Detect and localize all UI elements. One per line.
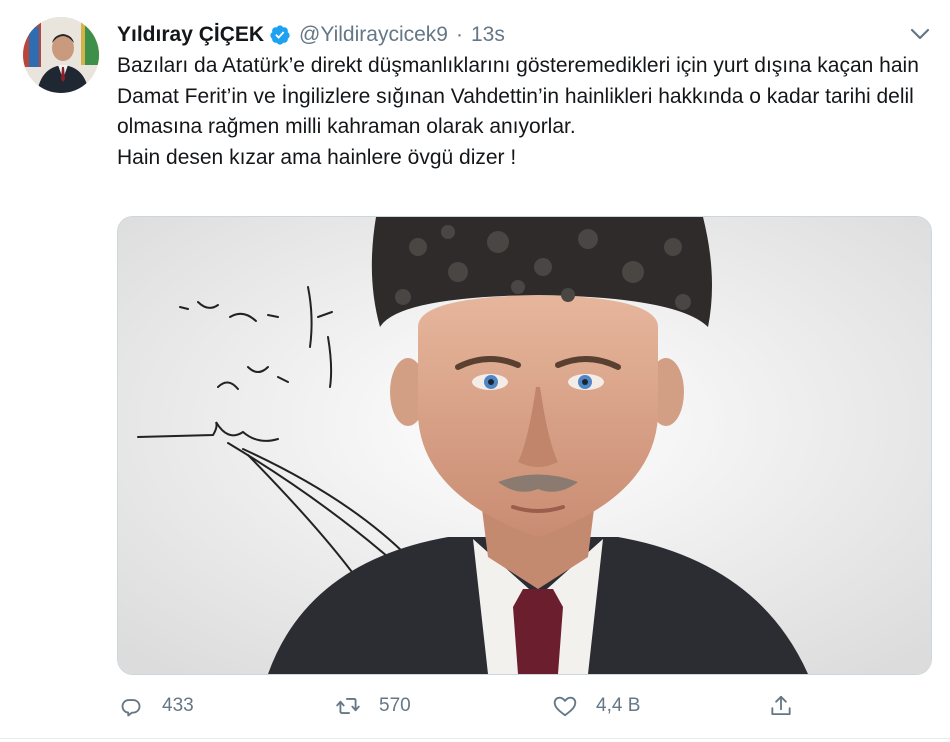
more-options-chevron-down-icon[interactable] bbox=[906, 22, 934, 46]
retweet-count: 570 bbox=[379, 695, 411, 716]
divider bbox=[0, 738, 950, 739]
action-bar: 433 570 4,4 B bbox=[0, 686, 950, 726]
tweet-header: Yıldıray ÇİÇEK @Yildiraycicek9 · 13s bbox=[117, 20, 505, 50]
tweet-text-paragraph: Bazıları da Atatürk’e direkt düşmanlıkla… bbox=[117, 54, 919, 138]
author-handle[interactable]: @Yildiraycicek9 bbox=[299, 23, 448, 47]
verified-badge-icon bbox=[269, 24, 291, 46]
reply-button[interactable]: 433 bbox=[118, 686, 194, 726]
separator-dot: · bbox=[455, 23, 463, 46]
retweet-icon bbox=[336, 698, 360, 714]
reply-count: 433 bbox=[162, 695, 194, 716]
tweet-photo[interactable] bbox=[117, 216, 932, 675]
portrait-photo bbox=[118, 217, 931, 674]
tweet[interactable]: Yıldıray ÇİÇEK @Yildiraycicek9 · 13s Baz… bbox=[0, 0, 950, 742]
share-button[interactable] bbox=[768, 686, 794, 726]
avatar-image bbox=[23, 17, 99, 93]
tweet-text: Bazıları da Atatürk’e direkt düşmanlıkla… bbox=[117, 51, 927, 173]
avatar[interactable] bbox=[23, 17, 99, 93]
retweet-button[interactable]: 570 bbox=[335, 686, 411, 726]
author-name[interactable]: Yıldıray ÇİÇEK bbox=[117, 23, 264, 47]
reply-icon bbox=[121, 699, 141, 717]
like-button[interactable]: 4,4 B bbox=[552, 686, 640, 726]
timestamp[interactable]: 13s bbox=[471, 23, 505, 47]
like-count: 4,4 B bbox=[596, 695, 641, 716]
heart-icon bbox=[553, 696, 577, 717]
tweet-text-paragraph: Hain desen kızar ama hainlere övgü dizer… bbox=[117, 145, 517, 169]
share-icon bbox=[771, 695, 791, 716]
